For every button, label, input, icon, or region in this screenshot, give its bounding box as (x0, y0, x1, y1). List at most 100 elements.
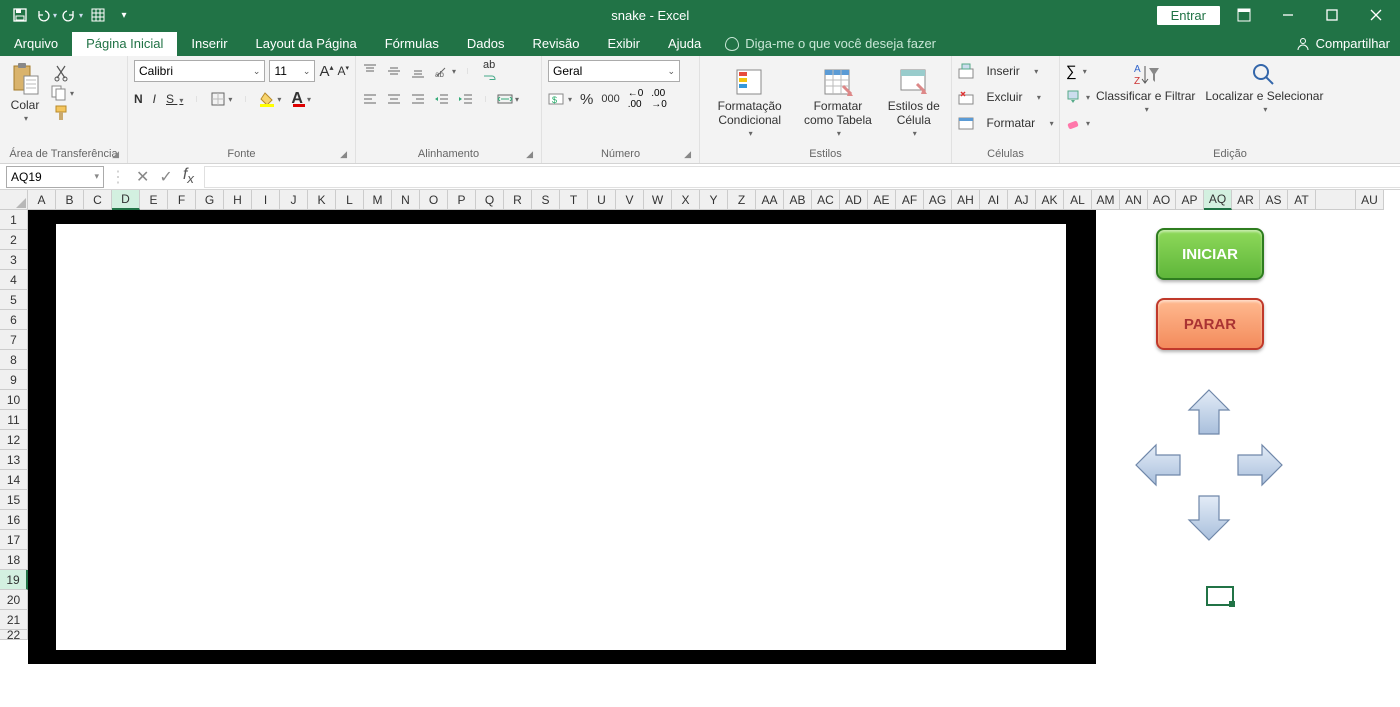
cancel-formula-icon[interactable]: ✕ (136, 167, 149, 187)
column-header[interactable]: AN (1120, 190, 1148, 210)
column-header[interactable]: X (672, 190, 700, 210)
shrink-font-icon[interactable]: A▾ (337, 64, 349, 78)
align-top-icon[interactable] (362, 63, 378, 79)
format-as-table-button[interactable]: Formatar como Tabela▾ (797, 66, 878, 139)
column-header[interactable]: AU (1356, 190, 1384, 210)
tell-me-search[interactable]: Diga-me o que você deseja fazer (715, 36, 946, 56)
conditional-formatting-button[interactable]: Formatação Condicional▾ (706, 66, 793, 139)
row-header[interactable]: 6 (0, 310, 28, 330)
bold-button[interactable]: N (134, 92, 143, 106)
column-header[interactable]: Y (700, 190, 728, 210)
row-header[interactable]: 20 (0, 590, 28, 610)
row-header[interactable]: 9 (0, 370, 28, 390)
row-header[interactable]: 17 (0, 530, 28, 550)
arrow-down-button[interactable] (1184, 492, 1234, 542)
column-header[interactable]: AQ (1204, 190, 1232, 210)
column-header[interactable]: I (252, 190, 280, 210)
formula-input[interactable] (204, 166, 1400, 188)
column-header[interactable]: H (224, 190, 252, 210)
tab-file[interactable]: Arquivo (0, 32, 72, 56)
select-all-corner[interactable] (0, 190, 28, 210)
minimize-icon[interactable] (1268, 0, 1308, 30)
column-header[interactable]: W (644, 190, 672, 210)
merge-center-icon[interactable]: ▾ (497, 91, 519, 107)
autosum-button[interactable]: ∑▾ (1066, 60, 1090, 82)
column-header[interactable]: AM (1092, 190, 1120, 210)
column-header[interactable]: AB (784, 190, 812, 210)
active-cell[interactable] (1206, 586, 1234, 606)
font-size-dropdown[interactable]: 11⌄ (269, 60, 315, 82)
row-header[interactable]: 13 (0, 450, 28, 470)
font-name-dropdown[interactable]: Calibri⌄ (134, 60, 265, 82)
column-header[interactable]: AR (1232, 190, 1260, 210)
column-header[interactable]: P (448, 190, 476, 210)
column-header[interactable]: L (336, 190, 364, 210)
tab-view[interactable]: Exibir (593, 32, 654, 56)
align-bottom-icon[interactable] (410, 63, 426, 79)
dialog-launcher-icon[interactable]: ◢ (112, 149, 119, 160)
row-header[interactable]: 3 (0, 250, 28, 270)
row-header[interactable]: 18 (0, 550, 28, 570)
column-header[interactable]: N (392, 190, 420, 210)
signin-button[interactable]: Entrar (1157, 6, 1220, 25)
column-header[interactable]: C (84, 190, 112, 210)
column-header[interactable]: F (168, 190, 196, 210)
arrow-up-button[interactable] (1184, 388, 1234, 438)
column-header[interactable]: R (504, 190, 532, 210)
redo-icon[interactable]: ▾ (60, 3, 84, 27)
row-header[interactable]: 2 (0, 230, 28, 250)
close-icon[interactable] (1356, 0, 1396, 30)
column-header[interactable]: U (588, 190, 616, 210)
font-color-icon[interactable]: A▾ (291, 90, 311, 108)
align-left-icon[interactable] (362, 91, 378, 107)
row-header[interactable]: 16 (0, 510, 28, 530)
column-header[interactable]: E (140, 190, 168, 210)
row-header[interactable]: 7 (0, 330, 28, 350)
column-header[interactable]: O (420, 190, 448, 210)
align-center-icon[interactable] (386, 91, 402, 107)
column-headers[interactable]: ABCDEFGHIJKLMNOPQRSTUVWXYZAAABACADAEAFAG… (28, 190, 1384, 210)
row-header[interactable]: 8 (0, 350, 28, 370)
decrease-indent-icon[interactable] (434, 91, 450, 107)
number-format-dropdown[interactable]: Geral⌄ (548, 60, 680, 82)
row-header[interactable]: 12 (0, 430, 28, 450)
row-headers[interactable]: 12345678910111213141516171819202122 (0, 210, 28, 707)
column-header[interactable]: AO (1148, 190, 1176, 210)
find-select-button[interactable]: Localizar e Selecionar▾ (1201, 60, 1327, 116)
start-button[interactable]: INICIAR (1156, 228, 1264, 280)
column-header[interactable]: AK (1036, 190, 1064, 210)
share-button[interactable]: Compartilhar (1286, 36, 1400, 56)
tab-layout[interactable]: Layout da Página (242, 32, 371, 56)
row-header[interactable]: 11 (0, 410, 28, 430)
increase-decimal-icon[interactable]: ←0.00 (628, 88, 644, 110)
column-header[interactable]: V (616, 190, 644, 210)
column-header[interactable]: B (56, 190, 84, 210)
column-header[interactable]: K (308, 190, 336, 210)
row-header[interactable]: 22 (0, 630, 28, 640)
row-header[interactable]: 5 (0, 290, 28, 310)
insert-cells-button[interactable]: Inserir ▾ (958, 60, 1054, 82)
format-cells-button[interactable]: Formatar ▾ (958, 112, 1054, 134)
row-header[interactable]: 1 (0, 210, 28, 230)
maximize-icon[interactable] (1312, 0, 1352, 30)
ribbon-display-icon[interactable] (1224, 0, 1264, 30)
column-header[interactable]: AJ (1008, 190, 1036, 210)
column-header[interactable]: M (364, 190, 392, 210)
format-painter-icon[interactable] (50, 104, 74, 122)
paste-button[interactable]: Colar ▾ (6, 60, 44, 125)
comma-format-button[interactable]: 000 (601, 93, 619, 105)
cell-styles-button[interactable]: Estilos de Célula▾ (882, 66, 945, 139)
column-header[interactable] (1316, 190, 1356, 210)
column-header[interactable]: S (532, 190, 560, 210)
column-header[interactable]: AF (896, 190, 924, 210)
orientation-icon[interactable]: ab▾ (434, 63, 456, 79)
enter-formula-icon[interactable]: ✓ (159, 167, 172, 187)
undo-icon[interactable]: ▾ (34, 3, 58, 27)
column-header[interactable]: D (112, 190, 140, 210)
tab-insert[interactable]: Inserir (177, 32, 241, 56)
column-header[interactable]: Q (476, 190, 504, 210)
align-right-icon[interactable] (410, 91, 426, 107)
tab-formulas[interactable]: Fórmulas (371, 32, 453, 56)
tab-help[interactable]: Ajuda (654, 32, 715, 56)
column-header[interactable]: J (280, 190, 308, 210)
